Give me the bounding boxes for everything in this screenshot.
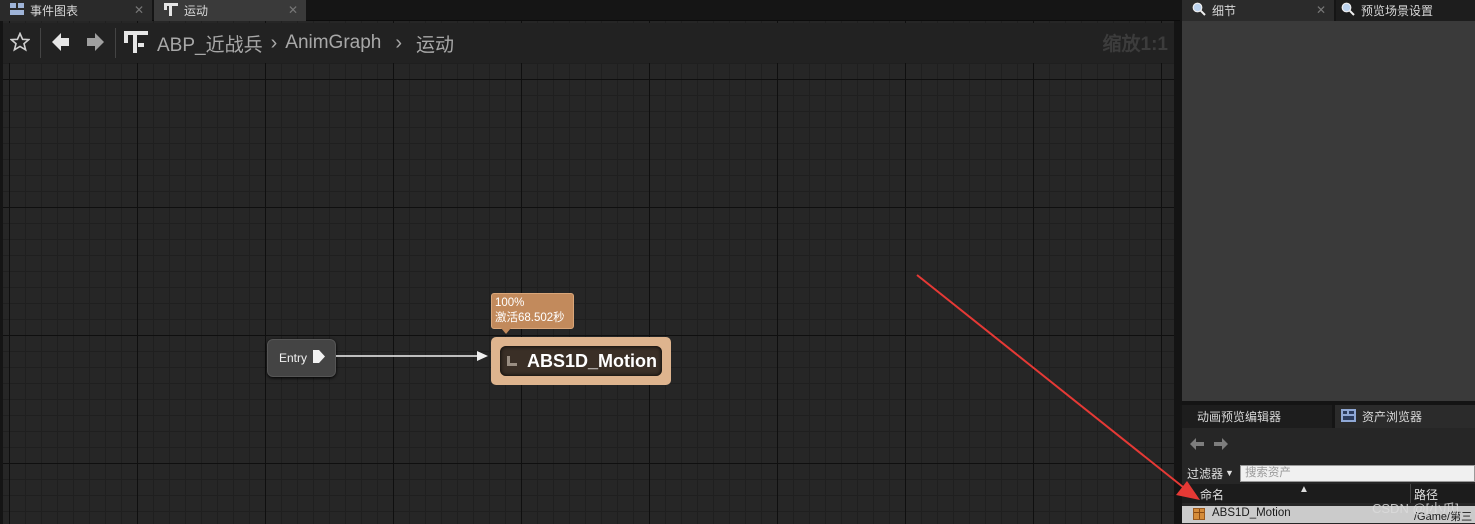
entry-node-label: Entry [279,351,308,365]
chevron-down-icon: ▼ [1225,468,1234,478]
magnifier-icon [1341,2,1355,19]
tab-asset-browser-label: 资产浏览器 [1362,410,1423,424]
star-icon [9,31,31,55]
details-tab-bar: 细节 ✕ 预览场景设置 [1180,0,1475,21]
state-node-title-bar: ABS1D_Motion [500,346,662,376]
close-icon[interactable]: ✕ [1316,3,1326,17]
tab-state-machine-label: 运动 [184,4,209,18]
filter-dropdown-label: 过滤器 [1187,466,1224,481]
column-header-name[interactable]: 命名 [1200,486,1224,503]
asset-search-input[interactable] [1239,464,1475,482]
bottom-tab-bar: 动画预览编辑器 资产浏览器 [1180,405,1475,428]
close-icon[interactable]: ✕ [134,3,144,17]
tab-details-label: 细节 [1212,4,1237,18]
tab-details[interactable]: 细节 ✕ [1182,0,1334,21]
graph-icon [10,3,24,18]
sort-ascending-icon[interactable]: ▲ [1299,484,1309,495]
state-machine-icon [124,30,148,56]
state-machine-icon [164,2,178,19]
state-debug-info: 100% 激活68.502秒 [491,293,574,329]
asset-name: ABS1D_Motion [1212,507,1291,519]
zoom-level: 缩放1:1 [1102,34,1168,55]
state-debug-info-pointer [501,328,511,334]
forward-button[interactable] [78,26,112,60]
arrow-right-icon [86,32,104,55]
breadcrumb-separator-icon: › [395,31,403,54]
watermark: CSDN @[小爪] [1372,501,1459,516]
tab-preview-scene-settings-label: 预览场景设置 [1361,4,1434,18]
tab-event-graph-label: 事件图表 [30,4,79,18]
graph-type-indicator [119,26,153,60]
breadcrumb-asset[interactable]: ABP_近战兵 [157,30,263,57]
state-active-time: 激活68.502秒 [495,312,565,324]
graph-border-left [0,21,3,524]
favorite-button[interactable] [3,26,37,60]
blendspace-asset-icon [1193,508,1205,520]
back-button[interactable] [44,26,78,60]
entry-node[interactable]: Entry [267,339,336,377]
toolbar-separator [40,28,41,58]
state-node-title: ABS1D_Motion [527,350,657,371]
graph-canvas[interactable]: ABP_近战兵 › AnimGraph › 运动 缩放1:1 Entry 100… [0,21,1180,524]
details-panel-body [1182,21,1475,401]
tab-event-graph[interactable]: 事件图表 ✕ [0,0,152,21]
tab-anim-preview-editor-label: 动画预览编辑器 [1197,410,1282,424]
tab-preview-scene-settings[interactable]: 预览场景设置 [1336,0,1475,21]
arrowhead-icon [477,351,488,361]
state-weight: 100% [495,297,525,309]
output-pin-icon[interactable] [313,350,326,366]
tab-asset-browser[interactable]: 资产浏览器 [1335,405,1475,428]
breadcrumb-graph[interactable]: AnimGraph [285,32,381,54]
magnifier-icon [1192,2,1206,19]
arrow-left-icon [52,32,70,55]
breadcrumb-toolbar: ABP_近战兵 › AnimGraph › 运动 缩放1:1 [3,23,1174,63]
document-tab-bar: 事件图表 ✕ 运动 ✕ [0,0,1180,21]
transition-wire [336,351,488,361]
arrow-right-icon[interactable] [1214,438,1228,453]
right-side-panel: 细节 ✕ 预览场景设置 动画预览编辑器 资产浏览器 过滤器 ▼ 搜索资产 命名 … [1180,0,1475,524]
asset-browser-nav [1190,438,1228,453]
toolbar-separator [115,28,116,58]
close-icon[interactable]: ✕ [288,3,298,17]
asset-filter-row: 过滤器 ▼ [1187,464,1475,482]
arrow-left-icon[interactable] [1190,438,1204,453]
state-icon [506,355,518,367]
filter-dropdown[interactable]: 过滤器 ▼ [1187,465,1234,482]
tab-anim-preview-editor[interactable]: 动画预览编辑器 [1182,405,1332,428]
breadcrumb-separator-icon: › [270,31,278,54]
state-node[interactable]: ABS1D_Motion [491,337,671,385]
breadcrumb-state-machine[interactable]: 运动 [416,30,454,57]
tab-state-machine[interactable]: 运动 ✕ [154,0,306,21]
asset-browser-icon [1341,408,1356,425]
